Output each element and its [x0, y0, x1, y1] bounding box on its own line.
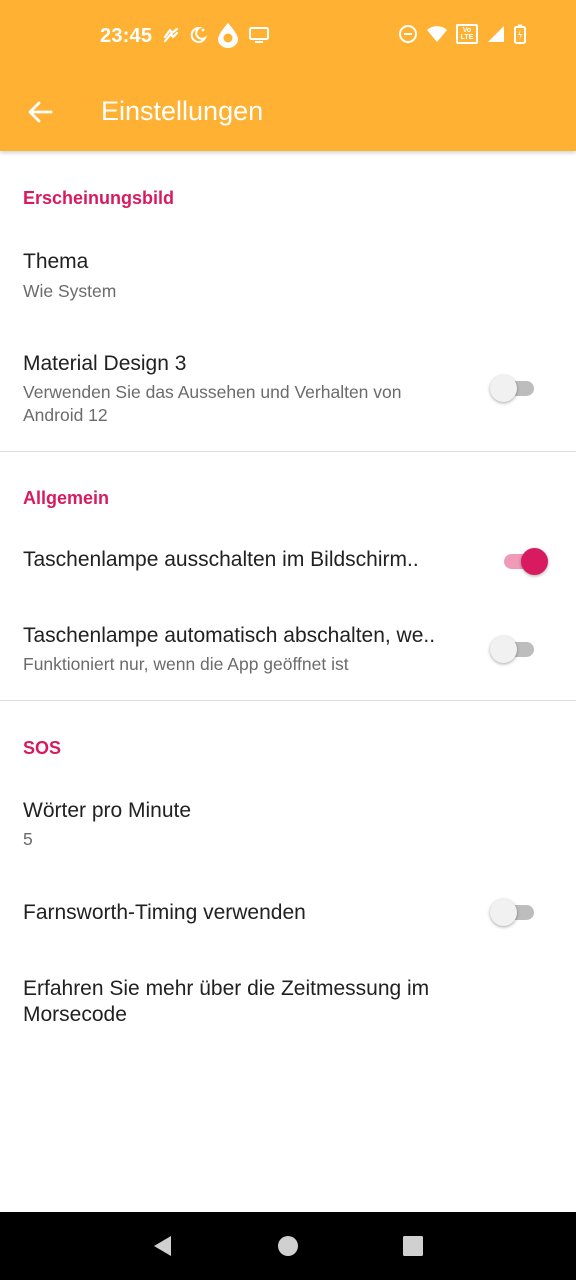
switch-thumb	[490, 899, 517, 926]
farnsworth-timing-switch[interactable]	[490, 896, 538, 928]
setting-flashlight-off-screen-title: Taschenlampe ausschalten im Bildschirm..	[23, 548, 419, 571]
circle-home-icon	[277, 1236, 298, 1256]
nav-home-button[interactable]	[268, 1226, 308, 1266]
learn-more-line1: Erfahren Sie mehr über die Zeitmessung i…	[23, 977, 430, 1000]
cast-icon	[249, 27, 269, 43]
nav-recents-button[interactable]	[393, 1226, 433, 1266]
volte-label: Vo LTE	[460, 27, 474, 41]
setting-theme-summary: Wie System	[23, 281, 117, 301]
triangle-back-icon	[153, 1236, 171, 1256]
signal-icon	[488, 26, 504, 42]
section-divider	[0, 451, 576, 452]
app-bar: 23:45 Vo LTE Einstellungen	[0, 0, 576, 151]
nav-back-button[interactable]	[143, 1226, 183, 1266]
switch-thumb	[490, 375, 517, 402]
page-title: Einstellungen	[101, 96, 264, 126]
learn-more-line2: Morsecode	[23, 1003, 127, 1026]
dnd-icon	[399, 25, 417, 43]
setting-theme[interactable]: Thema Wie System	[0, 231, 576, 327]
status-icons-right: Vo LTE	[398, 24, 526, 44]
material-design-3-switch[interactable]	[490, 372, 538, 404]
setting-learn-more-timing-title: Erfahren Sie mehr über die Zeitmessung i…	[23, 976, 429, 1028]
status-icons-left	[162, 22, 270, 48]
setting-theme-title: Thema	[23, 250, 89, 273]
back-button[interactable]	[20, 92, 60, 132]
sync-icon	[163, 27, 179, 43]
battery-icon	[514, 24, 526, 44]
section-divider	[0, 700, 576, 701]
arrow-back-icon	[28, 101, 53, 123]
setting-flashlight-auto-off-summary: Funktioniert nur, wenn die App geöffnet …	[23, 654, 349, 674]
switch-thumb	[521, 548, 548, 575]
flashlight-off-screen-switch[interactable]	[500, 545, 548, 577]
setting-flashlight-auto-off[interactable]: Taschenlampe automatisch abschalten, we.…	[0, 611, 576, 691]
setting-material-design-3-summary: Verwenden Sie das Aussehen und Verhalten…	[23, 382, 402, 425]
drop-icon	[218, 23, 238, 48]
setting-words-per-minute-title: Wörter pro Minute	[23, 799, 192, 822]
system-navigation-bar	[0, 1212, 576, 1280]
square-recents-icon	[403, 1236, 424, 1256]
category-header-sos: SOS	[23, 738, 62, 758]
status-time: 23:45	[100, 25, 153, 47]
setting-flashlight-off-screen[interactable]: Taschenlampe ausschalten im Bildschirm..	[0, 531, 576, 591]
setting-farnsworth-timing[interactable]: Farnsworth-Timing verwenden	[0, 886, 576, 946]
setting-material-design-3-title: Material Design 3	[23, 352, 187, 375]
wifi-icon	[427, 26, 447, 42]
setting-flashlight-auto-off-title: Taschenlampe automatisch abschalten, we.…	[23, 624, 436, 647]
volte-icon: Vo LTE	[456, 24, 478, 44]
setting-material-design-3[interactable]: Material Design 3 Verwenden Sie das Auss…	[0, 337, 576, 449]
setting-words-per-minute[interactable]: Wörter pro Minute 5	[0, 781, 576, 877]
setting-farnsworth-timing-title: Farnsworth-Timing verwenden	[23, 901, 306, 924]
setting-words-per-minute-value: 5	[23, 829, 33, 849]
category-header-appearance: Erscheinungsbild	[23, 188, 175, 208]
night-mode-icon	[190, 26, 208, 43]
switch-thumb	[490, 636, 517, 663]
setting-learn-more-timing[interactable]: Erfahren Sie mehr über die Zeitmessung i…	[0, 961, 576, 1041]
category-header-general: Allgemein	[23, 488, 110, 508]
flashlight-auto-off-switch[interactable]	[490, 633, 538, 665]
